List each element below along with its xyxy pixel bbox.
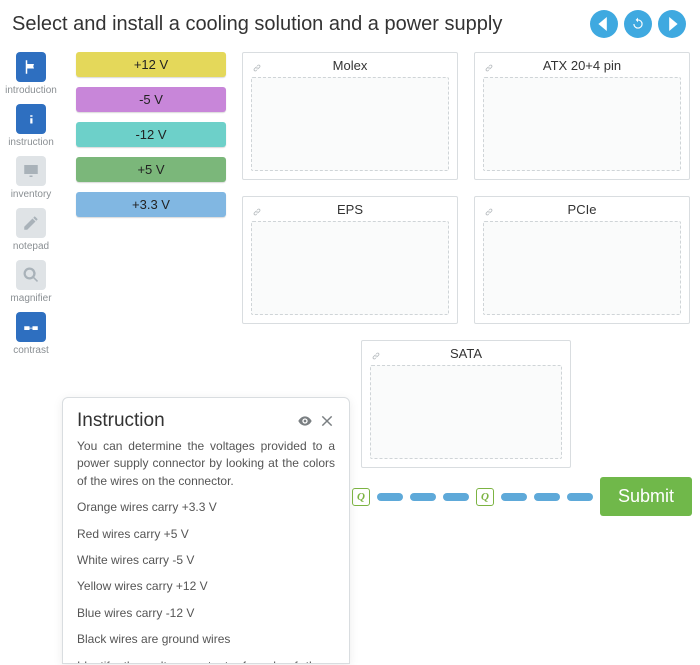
drop-zone[interactable] xyxy=(251,77,449,171)
submit-button[interactable]: Submit xyxy=(600,477,692,516)
sidebar-item-magnifier[interactable]: magnifier xyxy=(10,260,51,304)
instruction-text: Blue wires carry -12 V xyxy=(77,605,335,622)
question-marker-icon[interactable]: Q xyxy=(352,488,370,506)
question-marker-icon[interactable]: Q xyxy=(476,488,494,506)
drop-box-atx[interactable]: ATX 20+4 pin xyxy=(474,52,690,180)
sidebar-label: notepad xyxy=(13,241,49,252)
header: Select and install a cooling solution an… xyxy=(0,0,700,44)
pencil-icon xyxy=(16,208,46,238)
drop-title: SATA xyxy=(362,346,571,361)
instruction-text: Orange wires carry +3.3 V xyxy=(77,499,335,516)
sidebar-item-contrast[interactable]: contrast xyxy=(13,312,49,356)
drop-title: ATX 20+4 pin xyxy=(475,58,689,73)
drop-box-sata[interactable]: SATA xyxy=(361,340,572,468)
drop-row: EPS PCIe xyxy=(242,196,690,324)
instruction-text: White wires carry -5 V xyxy=(77,552,335,569)
progress-pill[interactable] xyxy=(534,493,560,501)
sidebar-item-instruction[interactable]: instruction xyxy=(8,104,54,148)
drop-title: PCIe xyxy=(475,202,689,217)
instruction-text: Black wires are ground wires xyxy=(77,631,335,648)
nav-buttons xyxy=(590,10,686,38)
page-title: Select and install a cooling solution an… xyxy=(12,13,502,36)
drop-zone[interactable] xyxy=(370,365,563,459)
triangle-right-icon xyxy=(665,17,679,31)
voltage-chip[interactable]: +12 V xyxy=(76,52,226,77)
sidebar-label: magnifier xyxy=(10,293,51,304)
progress-pill[interactable] xyxy=(501,493,527,501)
drop-box-pcie[interactable]: PCIe xyxy=(474,196,690,324)
instruction-text: You can determine the voltages provided … xyxy=(77,438,335,490)
next-button[interactable] xyxy=(658,10,686,38)
progress-pill[interactable] xyxy=(377,493,403,501)
instruction-text: Yellow wires carry +12 V xyxy=(77,578,335,595)
instruction-text: Red wires carry +5 V xyxy=(77,526,335,543)
progress-pill[interactable] xyxy=(410,493,436,501)
drop-row: Molex ATX 20+4 pin xyxy=(242,52,690,180)
reload-icon xyxy=(631,17,645,31)
voltage-chip[interactable]: -5 V xyxy=(76,87,226,112)
drop-title: Molex xyxy=(243,58,457,73)
voltage-chip[interactable]: +3.3 V xyxy=(76,192,226,217)
sidebar-label: instruction xyxy=(8,137,54,148)
drop-box-molex[interactable]: Molex xyxy=(242,52,458,180)
sidebar-label: inventory xyxy=(11,189,52,200)
progress-pill[interactable] xyxy=(443,493,469,501)
prev-button[interactable] xyxy=(590,10,618,38)
drop-zone[interactable] xyxy=(251,221,449,315)
close-icon[interactable] xyxy=(319,413,335,429)
monitor-icon xyxy=(16,156,46,186)
drop-zone[interactable] xyxy=(483,221,681,315)
voltage-source-list: +12 V -5 V -12 V +5 V +3.3 V xyxy=(76,52,226,217)
sidebar: introduction instruction inventory notep… xyxy=(0,44,62,664)
drop-zone[interactable] xyxy=(483,77,681,171)
voltage-chip[interactable]: +5 V xyxy=(76,157,226,182)
instruction-text: Identify the voltage output of each of t… xyxy=(77,658,335,664)
sidebar-item-notepad[interactable]: notepad xyxy=(13,208,49,252)
reload-button[interactable] xyxy=(624,10,652,38)
triangle-left-icon xyxy=(597,17,611,31)
progress-bar: Q Q xyxy=(352,484,606,510)
info-icon xyxy=(16,104,46,134)
drop-title: EPS xyxy=(243,202,457,217)
instruction-panel: Instruction You can determine the voltag… xyxy=(62,397,350,664)
instruction-title: Instruction xyxy=(77,410,165,432)
voltage-chip[interactable]: -12 V xyxy=(76,122,226,147)
eye-icon[interactable] xyxy=(297,413,313,429)
progress-pill[interactable] xyxy=(567,493,593,501)
magnifier-icon xyxy=(16,260,46,290)
sidebar-label: introduction xyxy=(5,85,57,96)
drop-box-eps[interactable]: EPS xyxy=(242,196,458,324)
sidebar-item-introduction[interactable]: introduction xyxy=(5,52,57,96)
main: introduction instruction inventory notep… xyxy=(0,44,700,664)
sidebar-item-inventory[interactable]: inventory xyxy=(11,156,52,200)
instruction-controls xyxy=(297,413,335,429)
glasses-icon xyxy=(16,312,46,342)
instruction-header: Instruction xyxy=(77,410,335,432)
sidebar-label: contrast xyxy=(13,345,49,356)
flag-icon xyxy=(16,52,46,82)
instruction-body: You can determine the voltages provided … xyxy=(77,438,335,664)
